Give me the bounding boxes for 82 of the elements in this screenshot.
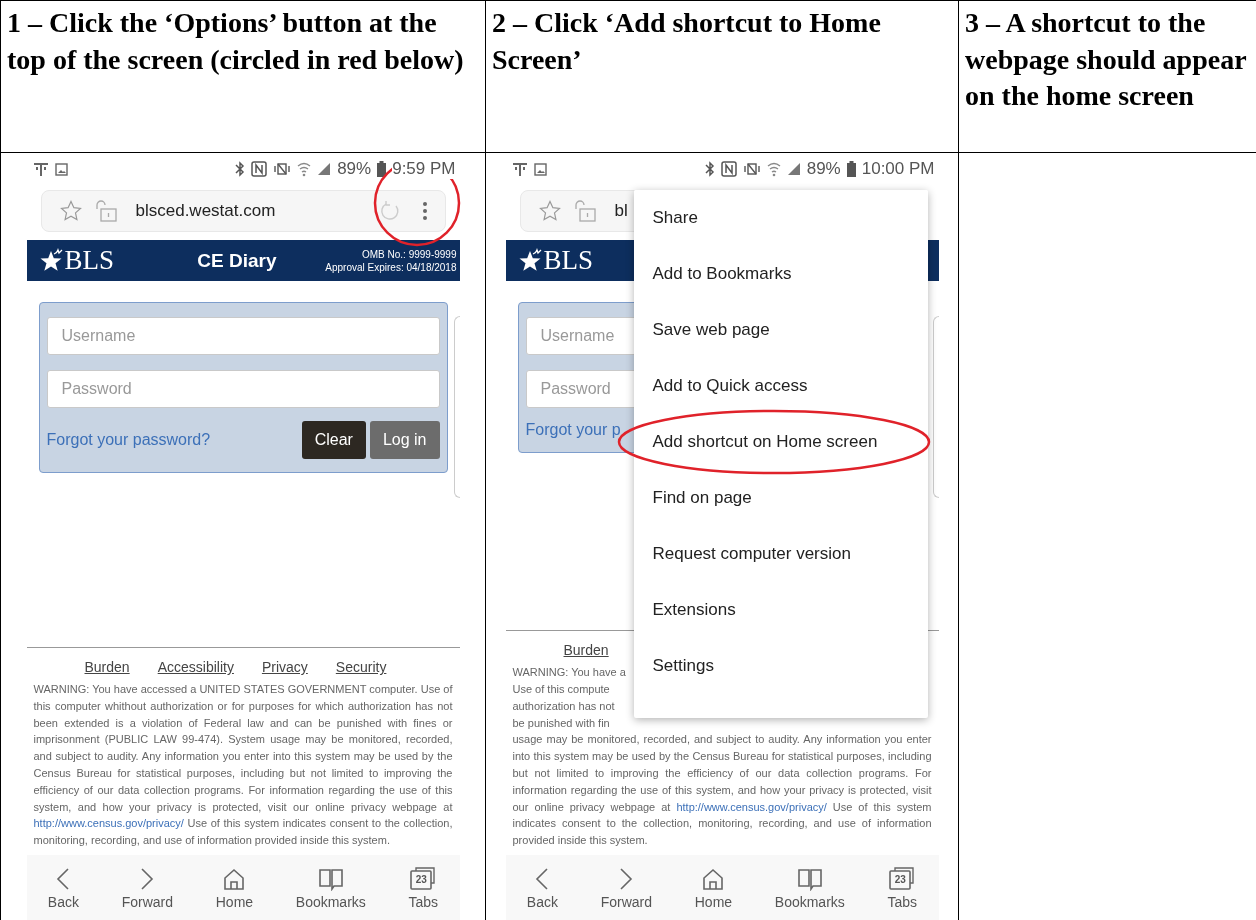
password-field[interactable]: Password [46,370,440,408]
signal-icon [317,162,332,176]
toolbar-button[interactable]: Bookmarks [295,866,366,910]
chevron-left-icon [56,866,71,891]
toolbar-button[interactable]: Back [526,866,558,910]
toolbar-button[interactable]: Home [694,866,733,910]
menu-item[interactable]: Settings [633,638,928,694]
step-heading: 3 – A shortcut to the webpage should appear on the home screen [965,6,1248,113]
footer-link[interactable]: Accessibility [157,659,234,676]
tab-count: 23 [414,873,428,886]
warning-text-line: be punished with fin [512,715,610,731]
address-bar[interactable]: blsced.westat.com [40,190,446,232]
menu-icon[interactable] [420,200,429,222]
menu-item[interactable]: Add to Quick access [633,358,928,414]
logo-text: BLS [543,245,594,276]
warning-text-line: authorization has not [512,698,615,714]
vibrate-icon [273,161,292,177]
signal-icon [786,162,801,176]
toolbar-button[interactable]: Home [215,866,254,910]
toolbar-button[interactable]: Forward [600,866,653,910]
menu-item[interactable]: Save web page [633,302,928,358]
nfc-icon [251,161,268,177]
carrier-icon [32,161,49,177]
nfc-icon [720,161,737,177]
wifi-icon [766,161,781,177]
star-logo-icon [517,247,544,274]
unlocked-padlock-icon [572,200,597,222]
tab-count: 23 [893,873,907,886]
menu-item[interactable]: Share [633,190,928,246]
step-heading: 1 – Click the ‘Options’ button at the top of the screen (circled in red below) [7,6,465,77]
home-icon [702,866,725,891]
star-logo-icon [38,247,65,274]
bluetooth-icon [235,161,246,177]
carrier-icon [511,161,528,177]
status-time: 9:59 PM [392,159,456,179]
menu-item[interactable]: Extensions [633,582,928,638]
footer-link[interactable]: Privacy [261,659,308,676]
menu-item[interactable]: Find on page [633,470,928,526]
book-icon [796,866,823,891]
username-field[interactable]: Username [46,317,440,355]
chevron-right-icon [140,866,155,891]
site-title: CE Diary [196,249,278,272]
book-icon [317,866,344,891]
toolbar-button[interactable]: Back [47,866,79,910]
toolbar-button[interactable]: 23 Tabs [408,866,439,910]
image-icon [54,162,68,176]
warning-text-line: WARNING: You have a [512,665,626,681]
wifi-icon [297,161,312,177]
bluetooth-icon [704,161,715,177]
star-icon[interactable] [59,200,82,222]
unlocked-padlock-icon [93,200,118,222]
privacy-link[interactable]: http://www.census.gov/privacy/ [33,817,184,830]
warning-text-line: Use of this compute [512,682,610,698]
image-icon [533,162,547,176]
reload-icon[interactable] [378,200,401,222]
warning-paragraph: WARNING: You have accessed a UNITED STATES GOVERNMENT computer. Use of this computer whithout authorization or for purposes for which authorization has not been extended is a violation of Federal law and can be punished with fines or imprisonment (PUBLIC LAW 99-474). System usage may be monitored, recorded, and subject to audity. Any information you enter into this system may be used by the Census Bureau for statistical purposes, including but not limited to improving the efficiency of our data collection programs. For information regarding the use of this system, and how your privacy is protected, visit our online privacy webpage at http://www.census.gov/privacy/ Use of this system indicates consent to the collection, monitoring, recording, and use of information provided inside this system. [33,682,453,849]
url-text: bl [614,201,628,221]
menu-item[interactable]: Add shortcut on Home screen [633,414,928,470]
footer-link[interactable]: Burden [563,642,609,659]
menu-item[interactable]: Request computer version [633,526,928,582]
chevron-right-icon [619,866,634,891]
toolbar-button[interactable]: Bookmarks [774,866,845,910]
omb-number: OMB No.: 9999-9999 [362,247,457,261]
footer-link[interactable]: Burden [84,659,130,676]
url-text: blsced.westat.com [135,201,276,221]
approval-date: Approval Expires: 04/18/2018 [325,260,457,274]
warning-paragraph: usage may be monitored, recorded, and subject to audity. Any information you enter into this system may be used by the Census Bureau for statistical purposes, including but not limited to improving the efficiency of our data collection programs. For information regarding the use of this system, and how your privacy is protected, visit our online privacy webpage at http://www.census.gov/privacy/ Use of this system indicates consent to the collection, monitoring, recording, and use of information provided inside this system. [512,732,932,849]
chevron-left-icon [535,866,550,891]
login-button[interactable]: Log in [369,421,440,459]
logo-text: BLS [64,245,115,276]
battery-icon [846,161,856,177]
battery-icon [377,161,387,177]
toolbar-button[interactable]: 23 Tabs [887,866,918,910]
toolbar-button[interactable]: Forward [121,866,174,910]
privacy-link[interactable]: http://www.census.gov/privacy/ [676,800,827,813]
menu-item[interactable]: Add to Bookmarks [633,246,928,302]
vibrate-icon [742,161,761,177]
star-icon[interactable] [538,200,561,222]
footer-link[interactable]: Security [335,659,387,676]
home-icon [223,866,246,891]
step-heading: 2 – Click ‘Add shortcut to Home Screen’ [492,6,882,77]
clear-button[interactable]: Clear [301,421,366,459]
